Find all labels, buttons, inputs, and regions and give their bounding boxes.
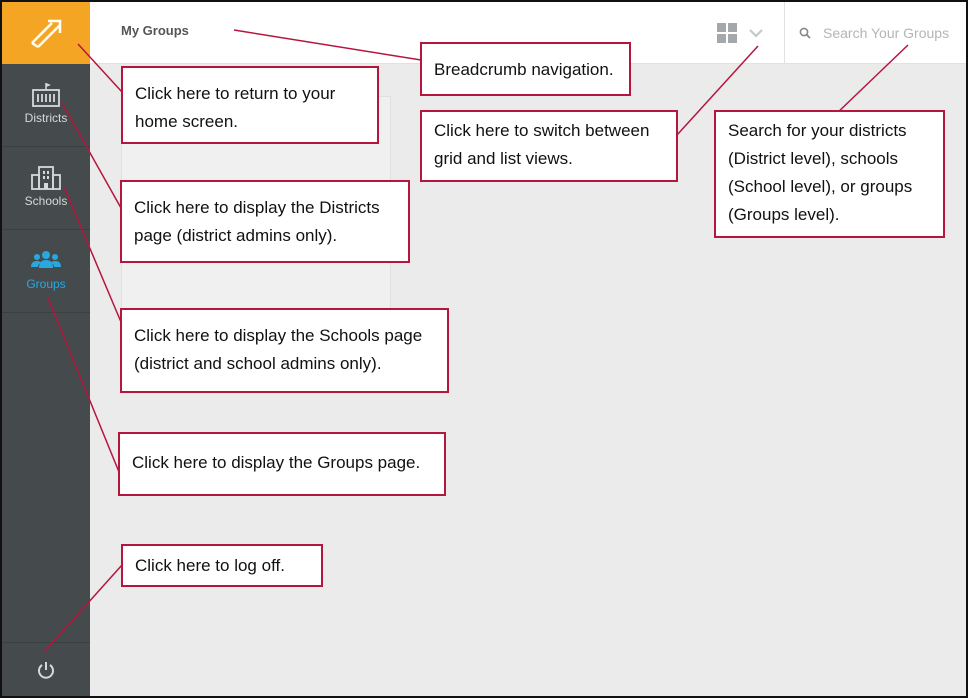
- callout-home: Click here to return to your home screen…: [121, 66, 379, 144]
- sidebar-item-districts[interactable]: Districts: [2, 64, 90, 147]
- school-building-icon: [31, 166, 61, 190]
- callout-view-toggle: Click here to switch between grid and li…: [420, 110, 678, 182]
- callout-search: Search for your districts (District leve…: [714, 110, 945, 238]
- chevron-down-icon: [749, 29, 763, 38]
- callout-districts: Click here to display the Districts page…: [120, 180, 410, 263]
- sidebar-item-label: Districts: [24, 111, 68, 125]
- sidebar: Districts Schools Groups: [2, 2, 90, 696]
- logoff-button[interactable]: [2, 642, 90, 696]
- callout-logoff: Click here to log off.: [121, 544, 323, 587]
- grid-view-icon: [717, 23, 737, 43]
- sidebar-item-schools[interactable]: Schools: [2, 147, 90, 230]
- groups-people-icon: [31, 251, 61, 268]
- search-icon: [799, 27, 811, 39]
- callout-groups: Click here to display the Groups page.: [118, 432, 446, 496]
- sidebar-item-label: Schools: [24, 194, 68, 208]
- home-logo-button[interactable]: [2, 2, 90, 64]
- search-input[interactable]: [823, 25, 963, 41]
- sidebar-item-label: Groups: [26, 277, 66, 291]
- power-icon: [38, 661, 54, 679]
- search-box: [784, 2, 966, 64]
- view-toggle-button[interactable]: [716, 20, 772, 46]
- callout-schools: Click here to display the Schools page (…: [120, 308, 449, 393]
- sidebar-item-groups[interactable]: Groups: [2, 230, 90, 313]
- callout-breadcrumb: Breadcrumb navigation.: [420, 42, 631, 96]
- district-building-icon: [32, 83, 60, 107]
- breadcrumb[interactable]: My Groups: [121, 23, 189, 38]
- home-logo-icon: [31, 19, 62, 49]
